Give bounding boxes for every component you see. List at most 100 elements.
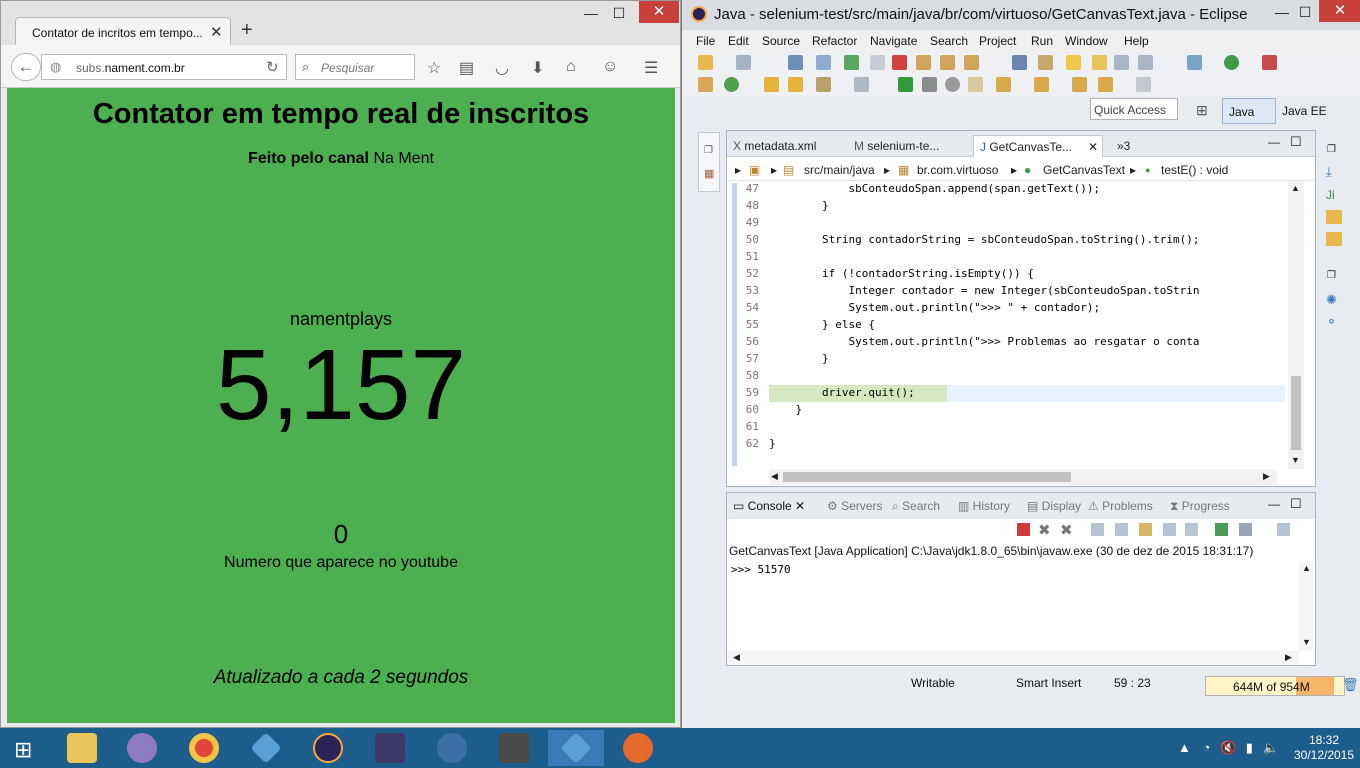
menu-source[interactable]: Source xyxy=(762,34,800,48)
taskbar-explorer[interactable] xyxy=(54,730,110,766)
scroll-down-icon[interactable]: ▼ xyxy=(1302,637,1311,647)
taskbar-sublime[interactable] xyxy=(486,730,542,766)
tab-search[interactable]: ⌕ Search xyxy=(892,499,940,514)
perspective-java-ee[interactable]: Java EE xyxy=(1282,104,1327,118)
clock[interactable]: 18:32 30/12/2015 xyxy=(1292,733,1356,763)
tab-selenium-pom[interactable]: M selenium-te... xyxy=(854,135,939,157)
junit-icon[interactable]: Ji xyxy=(1326,188,1335,202)
battery-icon[interactable]: ▮ xyxy=(1246,740,1253,755)
forward-nav-icon[interactable] xyxy=(1136,77,1151,92)
console-vertical-scrollbar[interactable]: ▲ ▼ xyxy=(1299,561,1313,651)
start-button[interactable]: ⊞ xyxy=(0,730,56,766)
run-play-icon[interactable] xyxy=(898,77,913,92)
taskbar-eclipse-ee[interactable] xyxy=(362,730,418,766)
remove-all-icon[interactable]: ✖ xyxy=(1060,521,1073,539)
console-horizontal-scrollbar[interactable]: ◀ ▶ xyxy=(727,651,1299,665)
menu-edit[interactable]: Edit xyxy=(728,34,749,48)
url-bar[interactable]: ◍ subs.nament.com.br ↻ xyxy=(41,54,287,80)
variables-icon[interactable]: ⚬ xyxy=(1326,314,1337,330)
scroll-right-icon[interactable]: ▶ xyxy=(1285,652,1292,663)
prev-annotation-icon[interactable] xyxy=(1034,77,1049,92)
open-folder-icon[interactable] xyxy=(764,77,779,92)
menu-search[interactable]: Search xyxy=(930,34,968,48)
tab-metadata-xml[interactable]: X metadata.xml xyxy=(733,135,816,157)
show-stderr-icon[interactable] xyxy=(1185,523,1198,536)
run-icon[interactable] xyxy=(1224,55,1239,70)
resume-icon[interactable] xyxy=(844,55,859,70)
close-tab-icon[interactable]: ✕ xyxy=(1088,140,1098,154)
menu-project[interactable]: Project xyxy=(979,34,1016,48)
scroll-up-icon[interactable]: ▲ xyxy=(1302,563,1311,573)
system-tray[interactable]: ▲ ◔ 🔇 ▮ 🔈 xyxy=(1178,740,1279,756)
menu-run[interactable]: Run xyxy=(1031,34,1053,48)
editor-horizontal-thumb[interactable] xyxy=(783,472,1071,482)
step-return-icon[interactable] xyxy=(964,55,979,70)
columns-icon[interactable] xyxy=(854,77,869,92)
taskbar-eclipse[interactable] xyxy=(300,730,356,766)
open-console-icon[interactable] xyxy=(1277,523,1290,536)
taskbar-postgres[interactable] xyxy=(424,730,480,766)
scroll-left-icon[interactable]: ◀ xyxy=(733,652,740,663)
speaker-icon[interactable]: 🔈 xyxy=(1263,740,1279,755)
highlight-icon[interactable] xyxy=(1092,55,1107,70)
scroll-right-icon[interactable]: ▶ xyxy=(1263,471,1270,482)
close-window-button[interactable]: ✕ xyxy=(639,1,679,23)
external-tools-icon[interactable] xyxy=(1262,55,1277,70)
menu-file[interactable]: File xyxy=(696,34,715,48)
reload-icon[interactable]: ↻ xyxy=(266,58,279,76)
home-icon[interactable]: ⌂ xyxy=(566,58,576,76)
garbage-collect-icon[interactable]: 🗑 xyxy=(1342,677,1359,693)
next-annotation-icon[interactable] xyxy=(996,77,1011,92)
package-explorer-icon[interactable]: ▦ xyxy=(704,167,714,180)
tab-servers[interactable]: ⚙ Servers xyxy=(827,499,882,513)
breadcrumb-method[interactable]: testE() : void xyxy=(1161,163,1228,177)
breadcrumb-arrow-icon[interactable]: ▸ xyxy=(1130,163,1136,177)
breadcrumb-arrow-icon[interactable]: ▸ xyxy=(1011,163,1017,177)
menu-window[interactable]: Window xyxy=(1065,34,1108,48)
taskbar-chrome[interactable] xyxy=(176,730,232,766)
menu-navigate[interactable]: Navigate xyxy=(870,34,917,48)
maximize-console-icon[interactable]: ☐ xyxy=(1290,496,1302,512)
git-staging-icon[interactable] xyxy=(1326,232,1342,246)
minimize-console-icon[interactable]: — xyxy=(1268,497,1280,511)
scroll-lock-icon[interactable] xyxy=(1115,523,1128,536)
download-icon[interactable]: ⬇ xyxy=(531,58,544,78)
menu-icon[interactable]: ☰ xyxy=(644,58,658,78)
menu-help[interactable]: Help xyxy=(1124,34,1149,48)
git-icon[interactable] xyxy=(1326,210,1342,224)
bookmark-star-icon[interactable]: ☆ xyxy=(427,58,441,78)
pocket-icon[interactable]: ◡ xyxy=(495,58,509,78)
show-stdout-icon[interactable] xyxy=(1163,523,1176,536)
tab-console[interactable]: ▭ Console ✕ xyxy=(733,499,805,513)
outline-icon[interactable] xyxy=(1038,55,1053,70)
pin-console-icon[interactable] xyxy=(1215,523,1228,536)
block-icon[interactable] xyxy=(1114,55,1129,70)
editor-vertical-scrollbar[interactable]: ▲ ▼ xyxy=(1288,181,1304,469)
last-edit-icon[interactable] xyxy=(1072,77,1087,92)
close-tab-icon[interactable]: ✕ xyxy=(210,23,223,41)
maximize-icon[interactable]: ☐ xyxy=(1290,2,1320,22)
terminate-console-icon[interactable] xyxy=(1017,523,1030,536)
breadcrumb-class[interactable]: GetCanvasText xyxy=(1043,163,1125,177)
word-wrap-icon[interactable] xyxy=(1139,523,1152,536)
breadcrumb-arrow-icon[interactable]: ▸ xyxy=(771,163,777,177)
whitespace-icon[interactable] xyxy=(1138,55,1153,70)
hand-icon[interactable] xyxy=(968,77,983,92)
settings-icon[interactable] xyxy=(1187,55,1202,70)
restore-icon[interactable]: ❐ xyxy=(1327,270,1336,281)
breadcrumb-arrow-icon[interactable]: ▸ xyxy=(884,163,890,177)
more-tabs[interactable]: »3 xyxy=(1117,135,1130,157)
editor-horizontal-scrollbar[interactable]: ◀ ▶ xyxy=(769,469,1277,485)
debug-view-icon[interactable]: ✺ xyxy=(1326,292,1337,308)
breadcrumb-package[interactable]: br.com.virtuoso xyxy=(917,163,998,177)
heap-status[interactable]: 644M of 954M xyxy=(1205,676,1345,696)
refresh-icon[interactable] xyxy=(724,77,739,92)
back-icon[interactable]: ← xyxy=(11,53,41,81)
tab-progress[interactable]: ⧗ Progress xyxy=(1170,499,1230,514)
new-icon[interactable] xyxy=(698,55,713,70)
code-area[interactable]: 47 sbConteudoSpan.append(span.getText())… xyxy=(727,181,1287,467)
tab-getcanvastext[interactable]: J GetCanvasTe... ✕ xyxy=(973,135,1103,157)
pen-icon[interactable] xyxy=(816,77,831,92)
back-nav-icon[interactable] xyxy=(1098,77,1113,92)
quick-access-input[interactable]: Quick Access xyxy=(1090,98,1178,120)
